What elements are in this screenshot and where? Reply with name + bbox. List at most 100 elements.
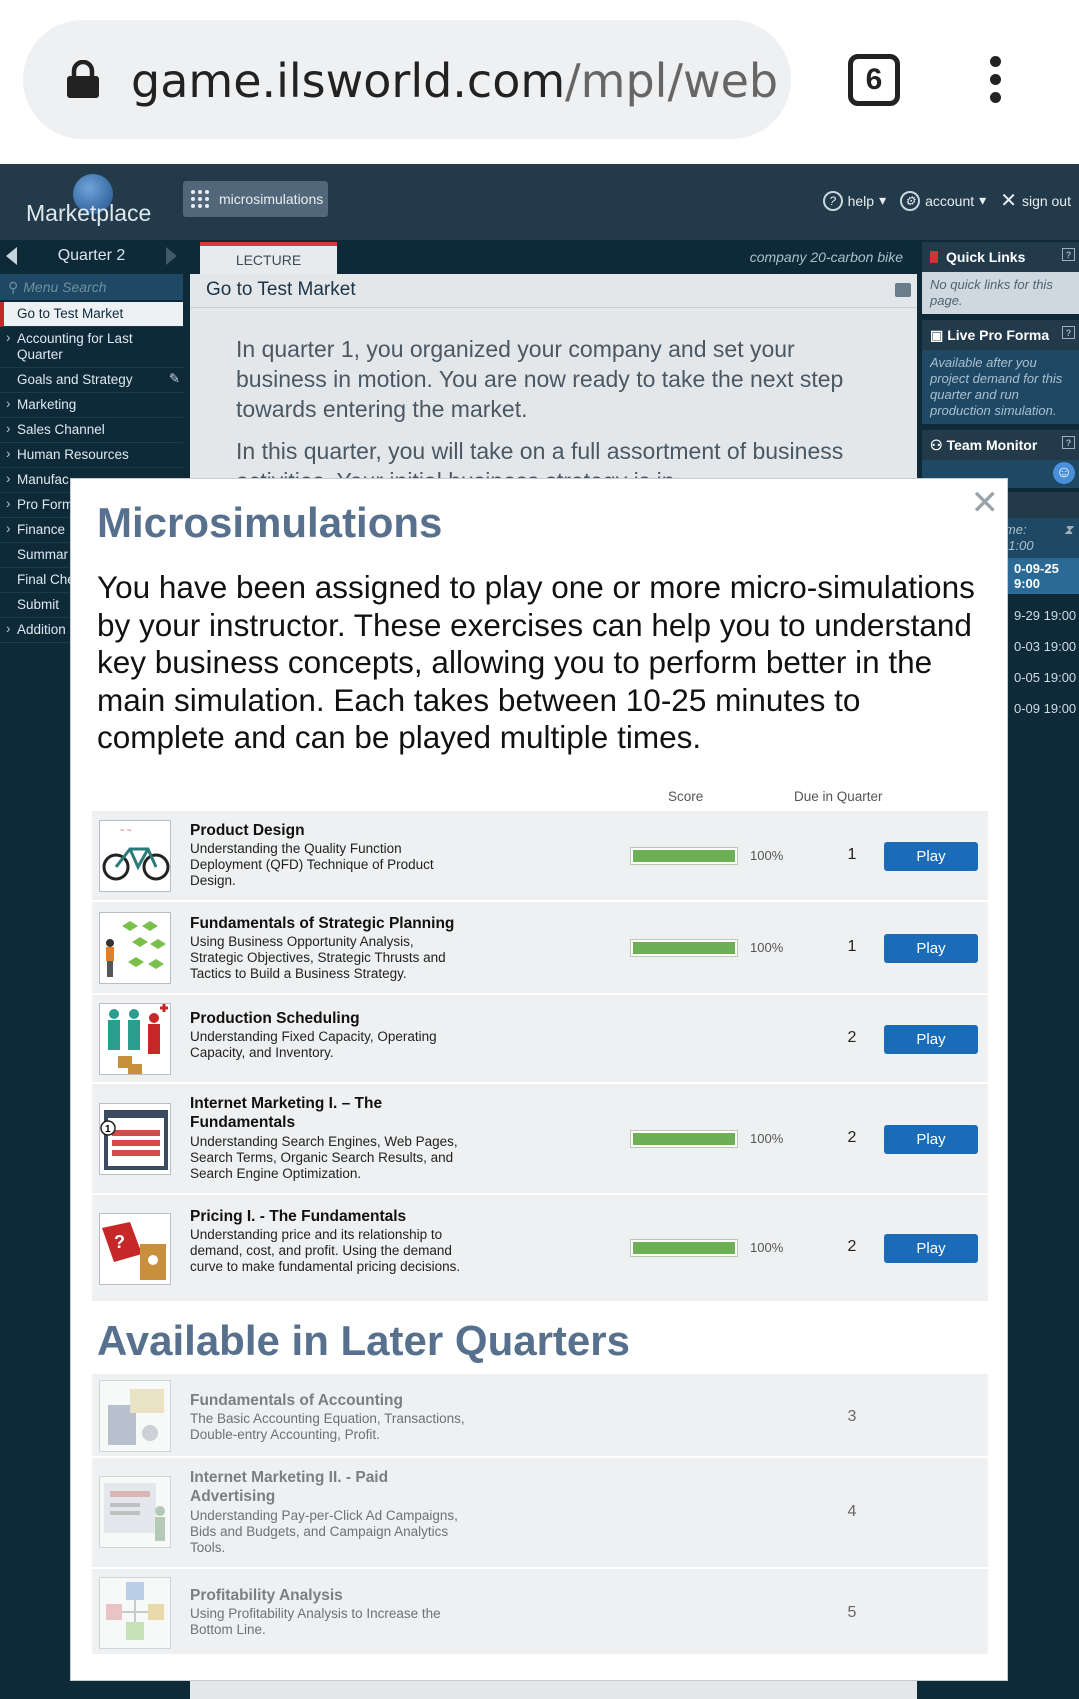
assigned-list: ~ ~ Product Design Understanding the Qua… [92, 811, 988, 1303]
quick-links-header: Quick Links? [922, 242, 1079, 272]
marketplace-logo[interactable]: Marketplace [26, 174, 166, 236]
microsimulations-label: microsimulations [219, 191, 324, 207]
sidebar-item-label: Go to Test Market [17, 306, 124, 321]
company-name: company 20-carbon bike [749, 249, 903, 265]
score-fill [633, 1242, 735, 1254]
strategy-flow-icon [99, 912, 171, 984]
list-item: Production Scheduling Understanding Fixe… [92, 995, 988, 1084]
item-description: Understanding price and its relationship… [190, 1227, 461, 1274]
account-label: account [925, 192, 975, 209]
list-item: ? Pricing I. - The Fundamentals Understa… [92, 1195, 988, 1303]
close-icon: ✕ [1000, 190, 1017, 212]
account-menu[interactable]: ⚙ account ▾ [900, 190, 986, 211]
deadline-date: 0-09-25 [1014, 561, 1059, 576]
print-icon[interactable] [895, 283, 911, 297]
list-item: ~ ~ Product Design Understanding the Qua… [92, 811, 988, 902]
url-text: game.ilsworld.com/mpl/webb/ [131, 54, 781, 108]
tab-lecture[interactable]: LECTURE [200, 242, 337, 274]
play-button[interactable]: Play [884, 1125, 978, 1154]
sidebar-item-label: Human Resources [17, 447, 129, 462]
sidebar-item-label: Manufac [17, 472, 69, 487]
due-quarter: 3 [847, 1408, 857, 1425]
play-button[interactable]: Play [884, 1025, 978, 1054]
microsimulations-modal: ✕ Microsimulations You have been assigne… [70, 478, 1008, 1681]
sign-out-link[interactable]: ✕ sign out [1000, 188, 1071, 213]
prev-quarter-icon[interactable] [6, 247, 17, 265]
help-menu[interactable]: ? help ▾ [822, 190, 886, 211]
due-column-header: Due in Quarter [794, 789, 883, 804]
later-section-title: Available in Later Quarters [97, 1317, 630, 1364]
browser-menu-icon[interactable] [990, 56, 1002, 104]
score-column-header: Score [668, 789, 704, 804]
modal-title: Microsimulations [97, 499, 443, 546]
sidebar-item-label: Summar [17, 547, 69, 562]
lock-icon [67, 60, 99, 98]
score-fill [633, 942, 735, 954]
sidebar-item-label: Addition [17, 622, 66, 637]
due-quarter: 2 [847, 1238, 857, 1255]
gear-icon: ⚙ [900, 190, 921, 211]
due-quarter: 2 [847, 1129, 857, 1146]
score-fill [633, 850, 735, 862]
lecture-paragraph: In quarter 1, you organized your company… [236, 336, 844, 422]
sidebar-item-accounting[interactable]: Accounting for Last Quarter [0, 327, 183, 368]
sidebar-item-sales-channel[interactable]: Sales Channel [0, 418, 183, 443]
sidebar-item-label: Marketing [17, 397, 77, 412]
url-domain: game.ilsworld.com [131, 54, 566, 108]
smiley-icon: ☺ [1053, 462, 1075, 484]
bookmark-icon [930, 251, 938, 263]
list-item: Fundamentals of Accounting The Basic Acc… [92, 1374, 988, 1458]
search-placeholder: Menu Search [23, 279, 107, 295]
score-percent: 100% [750, 1240, 784, 1255]
sidebar-item-marketing[interactable]: Marketing [0, 393, 183, 418]
next-quarter-icon[interactable] [166, 247, 177, 265]
list-item: Fundamentals of Strategic Planning Using… [92, 902, 988, 995]
webpage-icon: 1 [99, 1103, 171, 1175]
lecture-body: In quarter 1, you organized your company… [190, 308, 917, 496]
profitability-cubes-icon [99, 1577, 171, 1649]
item-description: Understanding Pay-per-Click Ad Campaigns… [190, 1508, 458, 1555]
time-label: ime: [1002, 522, 1027, 537]
quarter-nav: Quarter 2 [0, 240, 183, 272]
item-name: Production Scheduling [190, 1010, 360, 1027]
page-title-text: Go to Test Market [206, 279, 356, 300]
app-header: Marketplace microsimulations ? help ▾ ⚙ acc… [0, 164, 1079, 240]
address-bar[interactable]: game.ilsworld.com/mpl/webb/ [23, 20, 791, 139]
due-quarter: 1 [847, 938, 857, 955]
menu-search-input[interactable]: ⚲ Menu Search [0, 274, 183, 300]
page-title: Go to Test Market [190, 274, 917, 308]
bicycle-icon: ~ ~ [99, 820, 171, 892]
deadline-item: 0-05 19:00 [1014, 670, 1077, 685]
team-monitor-header: ⚇ Team Monitor? [922, 430, 1079, 460]
play-button[interactable]: Play [884, 1234, 978, 1263]
close-icon[interactable]: ✕ [971, 483, 1000, 523]
quarter-label: Quarter 2 [57, 247, 126, 264]
advertising-icon [99, 1476, 171, 1548]
sidebar-item-human-resources[interactable]: Human Resources [0, 443, 183, 468]
team-icon: ⚇ [930, 436, 943, 453]
item-description: Understanding Search Engines, Web Pages,… [190, 1134, 458, 1181]
due-quarter: 1 [847, 846, 857, 863]
sidebar-item-goals[interactable]: Goals and Strategy ✎ [0, 368, 183, 393]
deadline-item: 0-03 19:00 [1014, 639, 1077, 654]
help-icon[interactable]: ? [1062, 436, 1075, 449]
help-label: help [847, 192, 875, 209]
sidebar-item-label: Submit [17, 597, 60, 612]
item-name: Pricing I. - The Fundamentals [190, 1208, 407, 1225]
help-icon[interactable]: ? [1062, 248, 1075, 261]
item-description: Using Profitability Analysis to Increase… [190, 1606, 441, 1637]
help-icon[interactable]: ? [1062, 326, 1075, 339]
item-description: Using Business Opportunity Analysis, Str… [190, 934, 446, 981]
tab-switcher-button[interactable]: 6 [848, 54, 900, 106]
item-name: Fundamentals of Strategic Planning [190, 915, 455, 932]
sidebar-item-go-to-test-market[interactable]: Go to Test Market [0, 302, 183, 327]
svg-text:?: ? [114, 1232, 125, 1252]
play-button[interactable]: Play [884, 934, 978, 963]
play-button[interactable]: Play [884, 842, 978, 871]
time-value: 11:00 [1002, 538, 1034, 553]
due-quarter: 4 [847, 1503, 857, 1520]
score-bar [630, 1239, 738, 1257]
score-bar [630, 847, 738, 865]
microsimulations-button[interactable]: microsimulations [183, 181, 328, 217]
quick-links-title: Quick Links [946, 249, 1026, 265]
